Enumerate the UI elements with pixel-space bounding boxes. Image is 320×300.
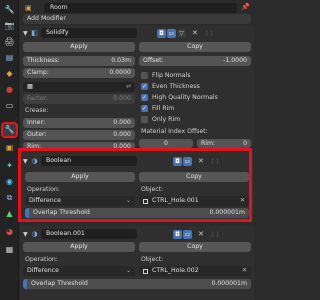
- close-icon[interactable]: ✕: [198, 230, 204, 238]
- object-name-field[interactable]: Room: [44, 3, 237, 13]
- check-icon[interactable]: ✓: [141, 104, 148, 112]
- material-icon[interactable]: ◕: [3, 226, 16, 238]
- offset-field[interactable]: Offset: -1.0000: [139, 56, 251, 66]
- thickness-field[interactable]: Thickness: 0.03m: [23, 56, 135, 66]
- modifier-header: ▼ ◑ Boolean.001 ◘ ▭ ✕ ⋮⋮: [23, 228, 251, 240]
- chevron-down-icon[interactable]: ▼: [23, 30, 30, 37]
- view-layer-icon[interactable]: ▤: [3, 52, 16, 64]
- output-icon[interactable]: 🖨: [3, 36, 16, 48]
- object-label: Object:: [141, 256, 164, 263]
- boolean-icon: ◑: [31, 230, 38, 238]
- rim-material-offset-field[interactable]: Rim: 0: [197, 139, 251, 148]
- solidify-icon: ◧: [31, 29, 38, 37]
- object-icon: [143, 268, 148, 274]
- drag-handle-icon[interactable]: ⋮⋮: [204, 30, 215, 37]
- camera-icon[interactable]: ◘: [157, 28, 166, 38]
- solidify-modifier-panel: ▼ ◧ Solidify ◘ ▭ ▽ ✕ ⋮⋮ Apply Copy Thick…: [20, 26, 254, 151]
- data-icon[interactable]: ▲: [3, 208, 16, 220]
- drag-handle-icon[interactable]: ⋮⋮: [210, 231, 221, 238]
- constraints-icon[interactable]: ⧉: [3, 192, 16, 204]
- only-rim-checkbox[interactable]: Only Rim: [141, 114, 180, 124]
- crease-label: Crease:: [25, 107, 49, 114]
- modifier-header: ▼ ◧ Solidify ◘ ▭ ▽ ✕ ⋮⋮: [23, 27, 251, 39]
- properties-header: ▣ Room 📌 Add Modifier: [20, 0, 254, 24]
- apply-button[interactable]: Apply: [23, 242, 135, 252]
- operation-dropdown[interactable]: Difference ⌄: [23, 266, 135, 276]
- monitor-icon[interactable]: ▭: [183, 229, 192, 239]
- edit-mode-icon[interactable]: ▽: [177, 28, 186, 38]
- monitor-icon[interactable]: ▭: [167, 28, 176, 38]
- apply-button[interactable]: Apply: [23, 42, 135, 52]
- crease-inner-field[interactable]: Inner: 0.000: [23, 118, 135, 128]
- material-offset-field[interactable]: 0: [139, 139, 193, 148]
- operation-label: Operation:: [25, 256, 58, 263]
- properties-tab-strip: 🔧 📷 🖨 ▤ ◆ ● ▭ 🔧 ▣ ✦ ◉ ⧉ ▲ ◕ ▦: [0, 0, 19, 300]
- scene-icon[interactable]: ◆: [3, 68, 16, 80]
- boolean-001-modifier-panel: ▼ ◑ Boolean.001 ◘ ▭ ✕ ⋮⋮ Apply Copy Oper…: [20, 226, 254, 300]
- physics-icon[interactable]: ◉: [3, 176, 16, 188]
- modifier-name-field[interactable]: Boolean.001: [41, 229, 137, 239]
- flip-normals-checkbox[interactable]: Flip Normals: [141, 70, 191, 80]
- collection-icon[interactable]: ▭: [3, 100, 16, 112]
- camera-icon[interactable]: ◘: [173, 229, 182, 239]
- particles-icon[interactable]: ✦: [3, 160, 16, 172]
- render-icon[interactable]: 📷: [3, 20, 16, 32]
- texture-icon[interactable]: ▦: [3, 244, 16, 256]
- checkbox-box[interactable]: [141, 71, 148, 79]
- copy-button[interactable]: Copy: [139, 42, 251, 52]
- close-icon[interactable]: ✕: [192, 29, 198, 37]
- clamp-field[interactable]: Clamp: 0.0000: [23, 68, 135, 78]
- object-type-icon: ▣: [25, 3, 32, 12]
- add-modifier-dropdown[interactable]: Add Modifier: [23, 14, 251, 24]
- world-icon[interactable]: ●: [3, 84, 16, 96]
- high-quality-normals-checkbox[interactable]: ✓ High Quality Normals: [141, 92, 218, 102]
- object-field[interactable]: CTRL_Hole.002 ✕: [139, 266, 251, 276]
- fill-rim-checkbox[interactable]: ✓ Fill Rim: [141, 103, 174, 113]
- chevron-down-icon: ⌄: [125, 267, 131, 274]
- modifier-name-field[interactable]: Solidify: [41, 28, 137, 38]
- slider-fill: [23, 279, 27, 289]
- check-icon[interactable]: ✓: [141, 93, 148, 101]
- overlap-threshold-field[interactable]: Overlap Threshold 0.000001m: [23, 279, 251, 289]
- highlight-frame: [18, 148, 252, 222]
- material-index-offset-label: Material Index Offset:: [141, 128, 208, 135]
- check-icon[interactable]: ✓: [141, 82, 148, 90]
- chevron-down-icon[interactable]: ▼: [23, 231, 30, 238]
- factor-field: Factor: 0.000: [23, 94, 135, 104]
- tool-icon[interactable]: 🔧: [3, 4, 16, 16]
- copy-button[interactable]: Copy: [139, 242, 251, 252]
- close-icon[interactable]: ✕: [242, 266, 247, 276]
- object-icon[interactable]: ▣: [3, 142, 16, 154]
- even-thickness-checkbox[interactable]: ✓ Even Thickness: [141, 81, 200, 91]
- modifier-icon[interactable]: 🔧: [1, 122, 18, 138]
- checkbox-box[interactable]: [141, 115, 148, 123]
- vertex-group-field[interactable]: ▦ ⇄: [23, 82, 135, 92]
- pin-icon[interactable]: 📌: [241, 3, 250, 11]
- invert-icon[interactable]: ⇄: [126, 82, 131, 92]
- vertex-group-icon: ▦: [27, 83, 33, 90]
- crease-outer-field[interactable]: Outer: 0.000: [23, 130, 135, 140]
